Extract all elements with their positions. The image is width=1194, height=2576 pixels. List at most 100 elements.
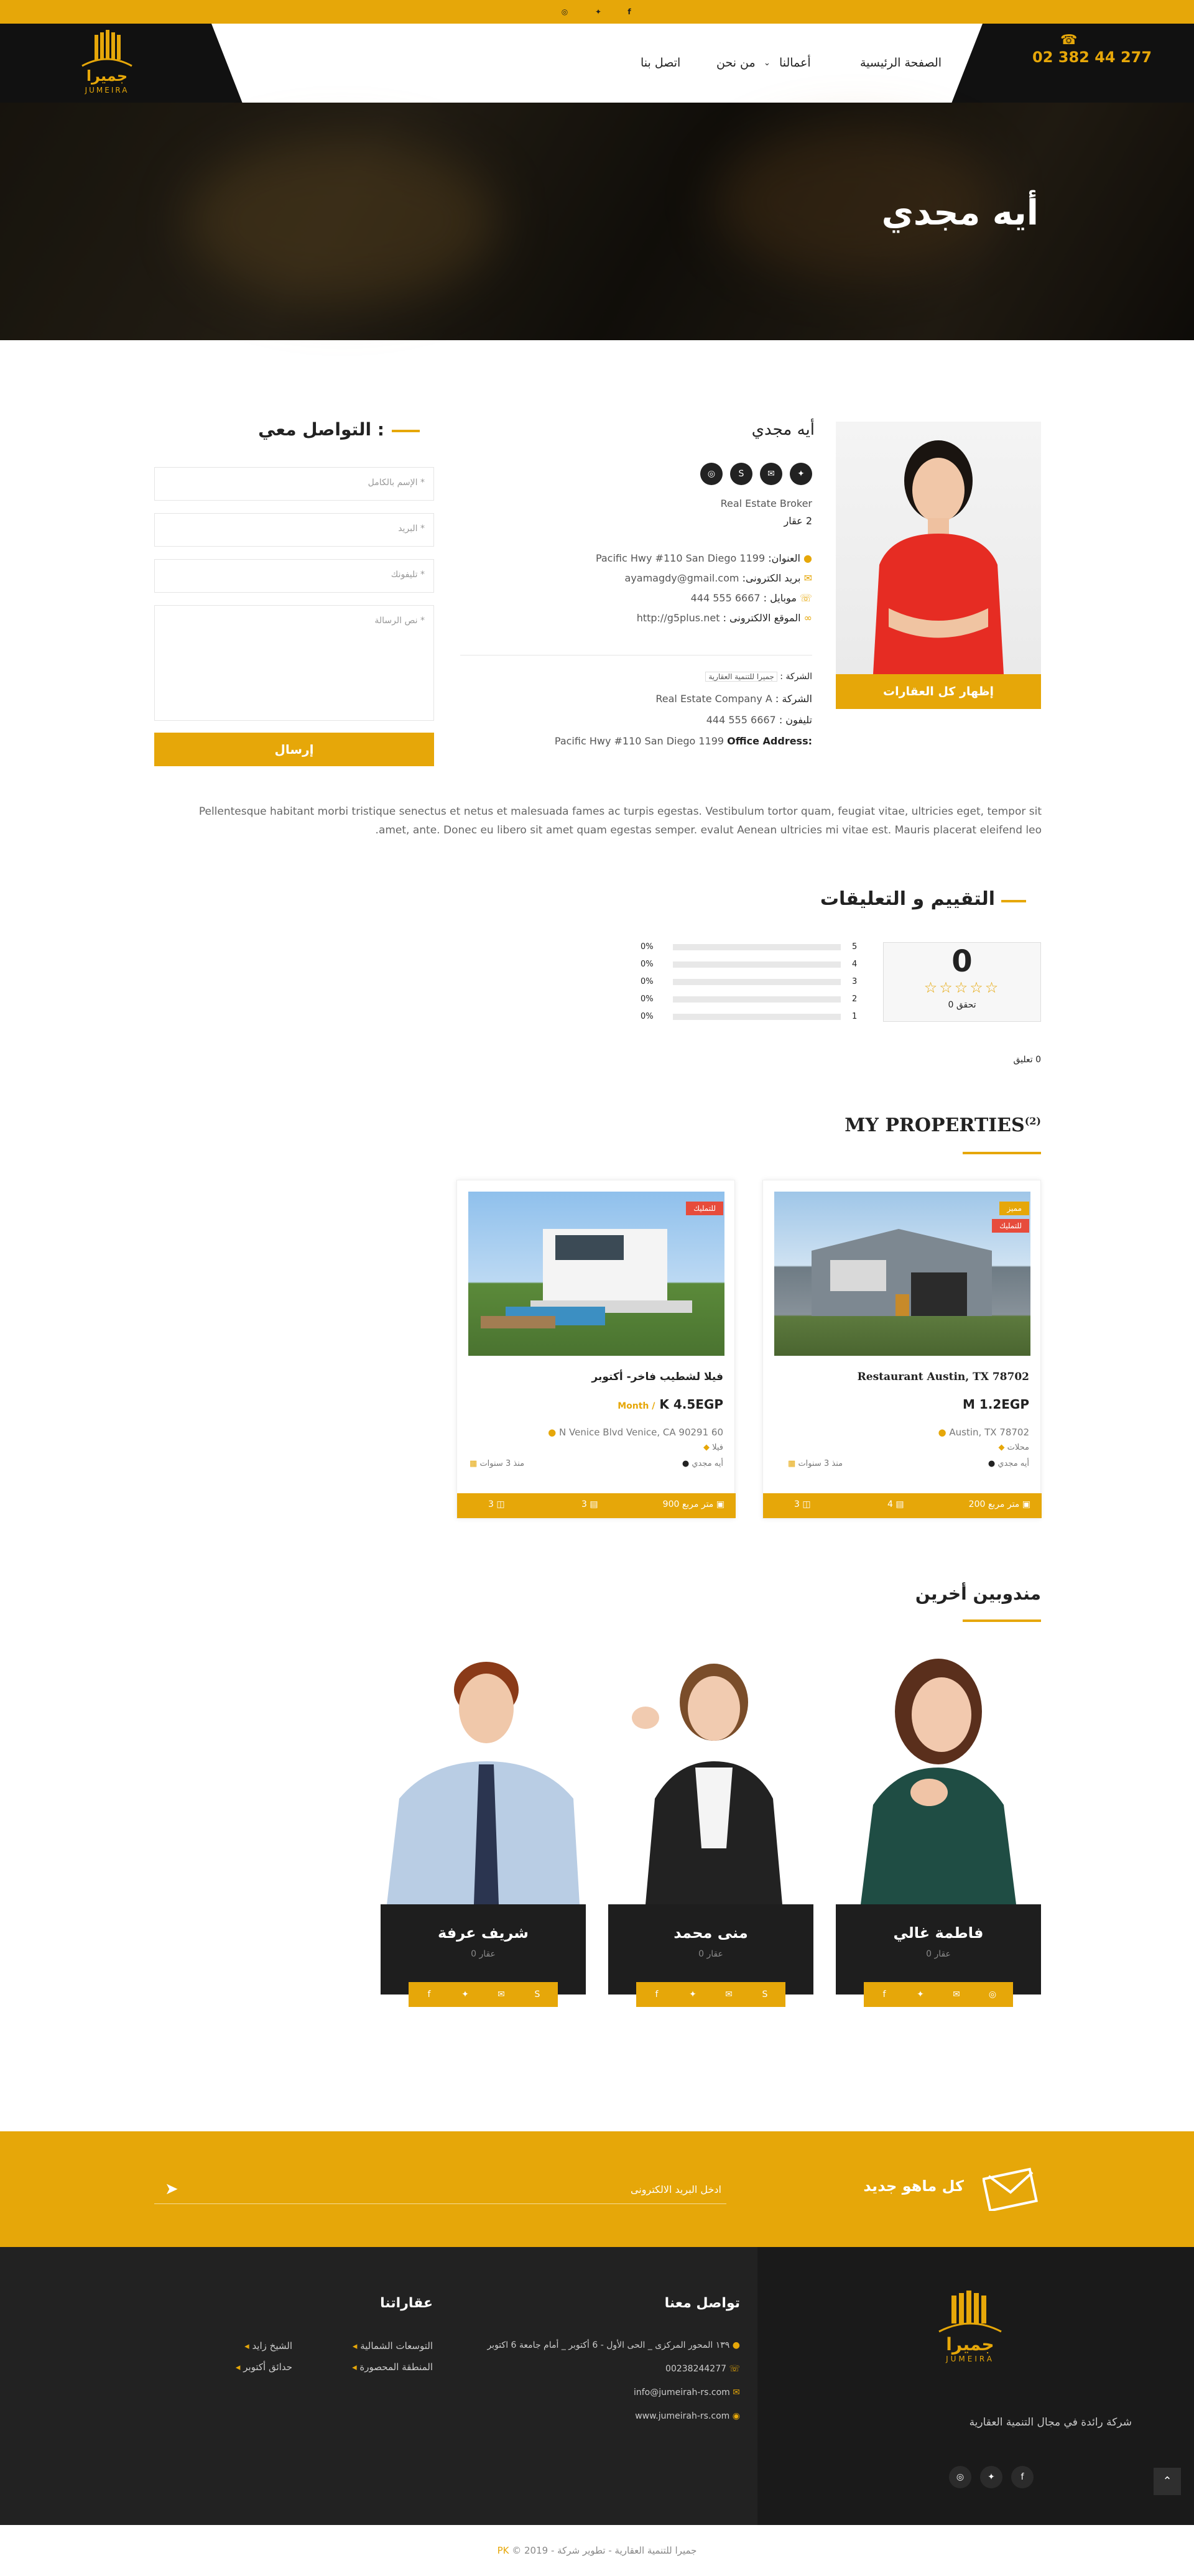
hero-banner: أيه مجدي xyxy=(0,103,1194,340)
instagram-icon[interactable]: ◎ xyxy=(949,2466,971,2488)
agent-count: 0 عقار xyxy=(471,1949,496,1959)
rating-votes: 0 تحقق xyxy=(948,1000,976,1010)
baths-text: 3 xyxy=(488,1499,494,1509)
skype-icon[interactable]: S xyxy=(519,1982,555,2007)
footer-email-text[interactable]: info@jumeirah-rs.com xyxy=(634,2388,730,2398)
agent-card[interactable]: شريف عرفة 0 عقار f ✦ ✉ S xyxy=(381,1643,586,2029)
email-icon[interactable]: ✉ xyxy=(711,1982,747,2007)
website-row: ∞ الموقع الالكترونى : http://g5plus.net xyxy=(460,612,812,624)
tag-icon: ◆ xyxy=(703,1443,710,1452)
instagram-icon[interactable]: ◎ xyxy=(974,1982,1011,2007)
newsletter-email-input[interactable]: ادخل البريد الالكترونى xyxy=(435,2184,721,2195)
rating-level: 1 xyxy=(852,1012,858,1021)
footer-web-text[interactable]: www.jumeirah-rs.com xyxy=(635,2411,729,2421)
rating-summary: 0 ☆☆☆☆☆ 0 تحقق xyxy=(883,942,1041,1022)
agent-text[interactable]: أيه مجدي xyxy=(997,1459,1029,1468)
email-icon[interactable]: ✉ xyxy=(760,463,782,485)
footer-project-text[interactable]: الشيخ زايد xyxy=(252,2340,292,2351)
rating-row: 0% 4 xyxy=(641,960,864,970)
agent-photo xyxy=(836,422,1041,674)
twitter-icon[interactable]: ✦ xyxy=(592,6,604,18)
twitter-icon[interactable]: ✦ xyxy=(447,1982,483,2007)
agent-card[interactable]: فاطمة غالي 0 عقار f ✦ ✉ ◎ xyxy=(836,1643,1041,2029)
facebook-icon[interactable]: f xyxy=(639,1982,675,2007)
footer-project-link[interactable]: حدائق أكتوبر ◂ xyxy=(187,2361,292,2373)
property-image[interactable] xyxy=(468,1192,724,1356)
nav-about[interactable]: من نحن xyxy=(716,56,756,70)
twitter-icon[interactable]: ✦ xyxy=(790,463,812,485)
area-stat: 900 متر مربع ▣ xyxy=(663,1499,724,1509)
instagram-icon[interactable]: ◎ xyxy=(558,6,571,18)
type-text[interactable]: محلات xyxy=(1007,1443,1029,1452)
agent-card[interactable]: منى محمد 0 عقار f ✦ ✉ S xyxy=(608,1643,813,2029)
facebook-icon[interactable]: f xyxy=(1011,2466,1034,2488)
facebook-icon[interactable]: f xyxy=(411,1982,447,2007)
email-input[interactable]: البريد * xyxy=(154,513,434,547)
rating-level: 2 xyxy=(852,994,858,1004)
area-text: 900 متر مربع xyxy=(662,1499,714,1509)
nav-contact[interactable]: اتصل بنا xyxy=(641,56,680,70)
twitter-icon[interactable]: ✦ xyxy=(675,1982,711,2007)
facebook-icon[interactable]: f xyxy=(866,1982,902,2007)
agent-text[interactable]: أيه مجدي xyxy=(692,1459,723,1468)
twitter-icon[interactable]: ✦ xyxy=(980,2466,1002,2488)
type-text[interactable]: فيلا xyxy=(712,1443,723,1452)
message-textarea[interactable]: نص الرسالة * xyxy=(154,605,434,721)
agent-photo[interactable] xyxy=(608,1643,813,1904)
property-image[interactable] xyxy=(774,1192,1030,1356)
rating-breakdown: 0% 5 0% 4 0% 3 0% 2 0% 1 xyxy=(641,942,864,1029)
footer-project-text[interactable]: المنطقة المحصورة xyxy=(359,2361,433,2373)
footer-project-link[interactable]: الشيخ زايد ◂ xyxy=(187,2340,292,2351)
chevron-down-icon[interactable]: ⌄ xyxy=(764,58,771,68)
back-to-top-button[interactable]: ⌃ xyxy=(1154,2468,1181,2495)
area-text: 200 متر مربع xyxy=(968,1499,1020,1509)
email-icon[interactable]: ✉ xyxy=(483,1982,519,2007)
property-title[interactable]: Restaurant Austin, TX 78702 xyxy=(858,1371,1029,1383)
send-button[interactable]: إرسال xyxy=(154,733,434,766)
chevron-left-icon: ◂ xyxy=(244,2340,249,2351)
property-card[interactable]: للتمليك فيلا لشطيب فاخر- أكتوبر Month / … xyxy=(456,1180,736,1519)
property-card[interactable]: مميز للتمليك Restaurant Austin, TX 78702… xyxy=(762,1180,1042,1519)
agent-property-count: 2 عقار xyxy=(784,515,812,527)
rating-stars: ☆☆☆☆☆ xyxy=(923,979,1001,996)
nav-projects[interactable]: أعمالنا xyxy=(779,56,811,70)
footer-project-text[interactable]: حدائق أكتوبر xyxy=(243,2361,292,2373)
send-icon[interactable]: ➤ xyxy=(165,2180,178,2198)
footer-project-link[interactable]: التوسعات الشمالية ◂ xyxy=(311,2340,433,2351)
agent-photo[interactable] xyxy=(836,1643,1041,1904)
rating-row: 0% 3 xyxy=(641,977,864,987)
show-all-properties-button[interactable]: إظهار كل العقارات xyxy=(836,674,1041,709)
twitter-icon[interactable]: ✦ xyxy=(902,1982,938,2007)
agent-social: f ✦ ✉ S xyxy=(636,1982,785,2007)
agent-info: منى محمد 0 عقار f ✦ ✉ S xyxy=(608,1904,813,2007)
name-input[interactable]: الإسم بالكامل * xyxy=(154,467,434,501)
footer-project-text[interactable]: التوسعات الشمالية xyxy=(360,2340,433,2351)
phone-input[interactable]: تليفونك * xyxy=(154,559,434,593)
featured-badge: مميز xyxy=(999,1202,1029,1215)
email-value[interactable]: ayamagdy@gmail.com xyxy=(625,572,739,584)
nav-home[interactable]: الصفحة الرئيسية xyxy=(860,56,942,70)
copyright-brand[interactable]: PK xyxy=(497,2545,509,2556)
agent-name[interactable]: منى محمد xyxy=(608,1924,813,1942)
rating-bar xyxy=(673,961,841,968)
footer-logo[interactable]: جميرا JUMEIRA xyxy=(933,2291,1007,2363)
address-label: العنوان: xyxy=(768,552,800,564)
property-title[interactable]: فيلا لشطيب فاخر- أكتوبر xyxy=(591,1371,723,1383)
agent-photo[interactable] xyxy=(381,1643,586,1904)
area-icon: ▣ xyxy=(1022,1499,1030,1509)
facebook-icon[interactable]: f xyxy=(623,6,636,18)
agent-name[interactable]: فاطمة غالي xyxy=(836,1924,1041,1942)
map-pin-icon: ● xyxy=(803,552,812,564)
rating-pct: 0% xyxy=(641,977,654,986)
instagram-icon[interactable]: ◎ xyxy=(700,463,723,485)
rating-row: 0% 2 xyxy=(641,994,864,1004)
skype-icon[interactable]: S xyxy=(730,463,752,485)
agent-name[interactable]: شريف عرفة xyxy=(381,1924,586,1942)
logo[interactable]: جميرا JUMEIRA xyxy=(70,30,144,98)
footer-project-link[interactable]: المنطقة المحصورة ◂ xyxy=(311,2361,433,2373)
skype-icon[interactable]: S xyxy=(747,1982,783,2007)
email-icon[interactable]: ✉ xyxy=(938,1982,974,2007)
header-phone[interactable]: 02 382 44 277 xyxy=(1032,49,1152,66)
property-agent: أيه مجدي ● xyxy=(682,1459,723,1468)
website-value[interactable]: http://g5plus.net xyxy=(637,612,720,624)
